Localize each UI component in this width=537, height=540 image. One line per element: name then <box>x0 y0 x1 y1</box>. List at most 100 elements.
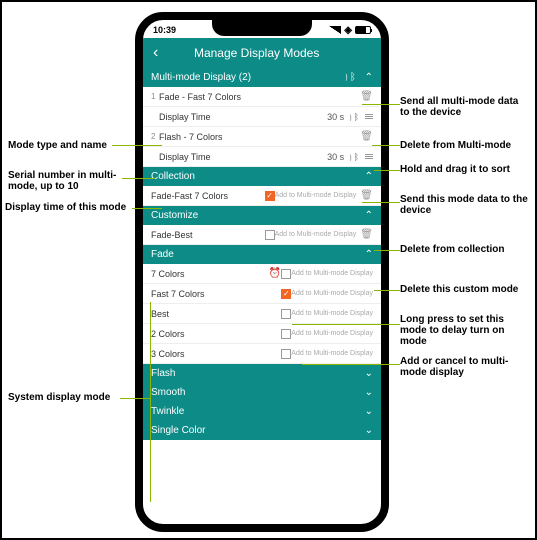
caret-icon[interactable]: ⌃ <box>365 72 373 83</box>
collection-header[interactable]: Collection ⌃ <box>143 167 381 186</box>
back-button[interactable]: ‹ <box>153 44 158 62</box>
add-checkbox[interactable]: ✓ <box>281 289 291 299</box>
multimode-item-time: Display Time 30 s ⟯ᛒ <box>143 107 381 127</box>
delete-icon[interactable]: 🗑 <box>360 91 373 102</box>
wifi-icon: ◈ <box>344 25 352 36</box>
fade-item[interactable]: 2 Colors Add to Multi-mode Display <box>143 324 381 344</box>
annotation: Long press to set this mode to delay tur… <box>400 314 530 347</box>
flash-header[interactable]: Flash ⌄ <box>143 364 381 383</box>
twinkle-title: Twinkle <box>151 406 184 417</box>
add-checkbox[interactable] <box>281 329 291 339</box>
add-label: Add to Multi-mode Display <box>291 350 373 357</box>
notch <box>212 20 312 36</box>
add-label: Add to Multi-mode Display <box>275 231 357 238</box>
signal-icon <box>329 26 341 34</box>
caret-icon[interactable]: ⌃ <box>365 249 373 260</box>
add-checkbox[interactable] <box>281 269 291 279</box>
drag-handle-icon[interactable] <box>365 154 373 159</box>
annotation-line <box>302 364 400 365</box>
multimode-controls: ⟯ᛒ ⌃ <box>344 72 373 83</box>
annotation-line <box>374 170 400 171</box>
mode-name: Fast 7 Colors <box>151 289 281 299</box>
annotation-line <box>372 145 400 146</box>
annotation-line <box>362 202 400 203</box>
annotation: Hold and drag it to sort <box>400 164 530 175</box>
fade-item[interactable]: 3 Colors Add to Multi-mode Display <box>143 344 381 364</box>
annotation: Add or cancel to multi-mode display <box>400 356 530 378</box>
add-checkbox[interactable] <box>281 309 291 319</box>
caret-icon[interactable]: ⌄ <box>365 368 373 379</box>
time-label: Display Time <box>159 112 327 122</box>
customize-item[interactable]: Fade-Best Add to Multi-mode Display 🗑 <box>143 225 381 245</box>
caret-icon[interactable]: ⌄ <box>365 387 373 398</box>
drag-handle-icon[interactable] <box>365 114 373 119</box>
caret-icon[interactable]: ⌄ <box>365 425 373 436</box>
add-label: Add to Multi-mode Display <box>291 310 373 317</box>
customize-title: Customize <box>151 210 198 221</box>
single-header[interactable]: Single Color ⌄ <box>143 421 381 440</box>
time-value[interactable]: 30 s <box>327 112 344 122</box>
mode-name: 2 Colors <box>151 329 281 339</box>
mode-name: Fade-Best <box>151 230 265 240</box>
timer-icon[interactable]: ⏰ <box>269 268 281 279</box>
annotation: Serial number in multi-mode, up to 10 <box>8 170 128 192</box>
add-checkbox[interactable]: ✓ <box>265 191 275 201</box>
annotation-line <box>132 208 162 209</box>
multimode-header[interactable]: Multi-mode Display (2) ⟯ᛒ ⌃ <box>143 68 381 87</box>
phone-frame: 10:39 ◈ ‹ Manage Display Modes Multi-mod… <box>135 12 389 532</box>
serial-number: 1 <box>151 92 159 101</box>
annotation: Display time of this mode <box>5 202 135 213</box>
caret-icon[interactable]: ⌃ <box>365 171 373 182</box>
fade-header[interactable]: Fade ⌃ <box>143 245 381 264</box>
annotation-line <box>150 302 151 502</box>
smooth-header[interactable]: Smooth ⌄ <box>143 383 381 402</box>
page-title: Manage Display Modes <box>178 46 335 60</box>
time-value[interactable]: 30 s <box>327 152 344 162</box>
collection-title: Collection <box>151 171 195 182</box>
serial-number: 2 <box>151 132 159 141</box>
add-label: Add to Multi-mode Display <box>291 330 373 337</box>
add-checkbox[interactable] <box>281 349 291 359</box>
caret-icon[interactable]: ⌄ <box>365 406 373 417</box>
delete-icon[interactable]: 🗑 <box>360 131 373 142</box>
mode-name: 3 Colors <box>151 349 281 359</box>
collection-item[interactable]: Fade-Fast 7 Colors ✓ Add to Multi-mode D… <box>143 186 381 206</box>
annotation-line <box>112 145 162 146</box>
fade-item[interactable]: 7 Colors ⏰ Add to Multi-mode Display <box>143 264 381 284</box>
twinkle-header[interactable]: Twinkle ⌄ <box>143 402 381 421</box>
add-label: Add to Multi-mode Display <box>275 192 357 199</box>
annotation: Send this mode data to the device <box>400 194 530 216</box>
time-label: Display Time <box>159 152 327 162</box>
annotation: Delete this custom mode <box>400 284 530 295</box>
mode-name: Fade-Fast 7 Colors <box>151 191 265 201</box>
annotation-line <box>292 324 400 325</box>
annotation-line <box>374 290 400 291</box>
delete-icon[interactable]: 🗑 <box>360 229 373 240</box>
annotation: Delete from collection <box>400 244 530 255</box>
status-time: 10:39 <box>153 25 176 35</box>
annotation-line <box>362 104 400 105</box>
bluetooth-send-all-icon[interactable]: ⟯ᛒ <box>344 72 356 83</box>
mode-name: Best <box>151 309 281 319</box>
bluetooth-send-icon[interactable]: ⟯ᛒ <box>348 152 359 162</box>
annotation-line <box>120 398 150 399</box>
mode-name: Flash - 7 Colors <box>159 132 360 142</box>
flash-title: Flash <box>151 368 175 379</box>
multimode-item-name: 2 Flash - 7 Colors 🗑 <box>143 127 381 147</box>
single-title: Single Color <box>151 425 205 436</box>
annotation: Send all multi-mode data to the device <box>400 96 530 118</box>
mode-name: 7 Colors <box>151 269 269 279</box>
fade-item[interactable]: Fast 7 Colors ✓ Add to Multi-mode Displa… <box>143 284 381 304</box>
bluetooth-send-icon[interactable]: ⟯ᛒ <box>348 112 359 122</box>
add-checkbox[interactable] <box>265 230 275 240</box>
customize-header[interactable]: Customize ⌃ <box>143 206 381 225</box>
annotation-line <box>374 250 400 251</box>
annotation-line <box>122 178 155 179</box>
fade-item[interactable]: Best Add to Multi-mode Display <box>143 304 381 324</box>
delete-icon[interactable]: 🗑 <box>360 190 373 201</box>
status-right: ◈ <box>329 25 371 36</box>
multimode-item-time: Display Time 30 s ⟯ᛒ <box>143 147 381 167</box>
caret-icon[interactable]: ⌃ <box>365 210 373 221</box>
fade-title: Fade <box>151 249 174 260</box>
add-label: Add to Multi-mode Display <box>291 290 373 297</box>
